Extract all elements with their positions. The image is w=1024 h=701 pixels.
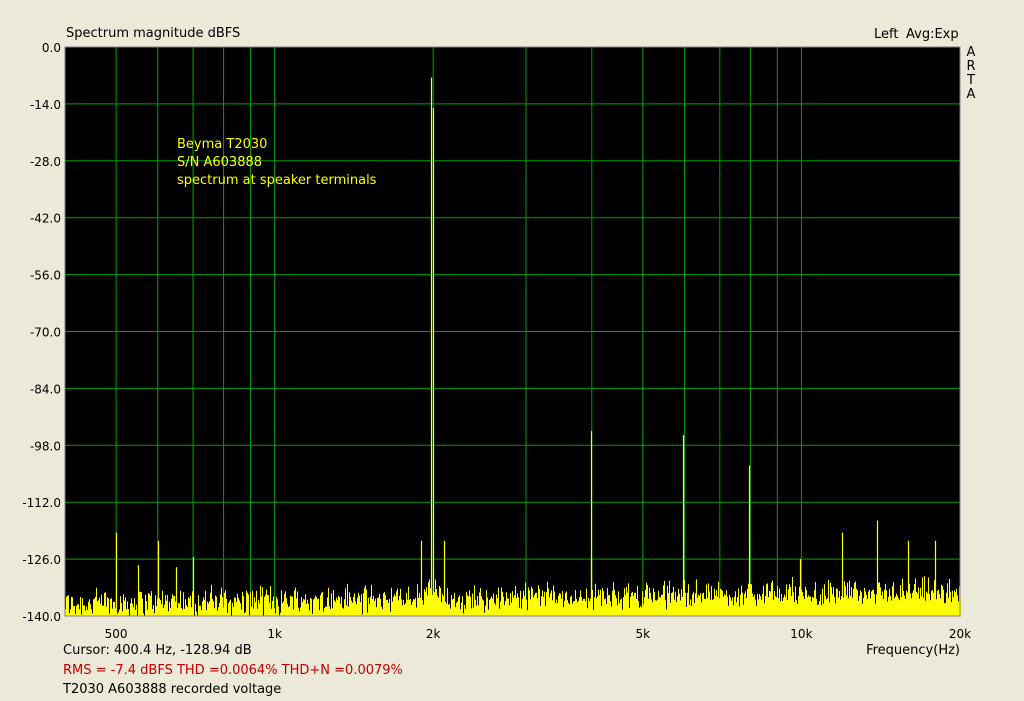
x-tick-label: 5k — [636, 627, 651, 641]
arta-logo: A R T A — [965, 46, 977, 102]
y-tick-label: -14.0 — [30, 98, 61, 112]
y-tick-label: -140.0 — [22, 610, 61, 624]
x-tick-label: 2k — [426, 627, 441, 641]
logo-letter: R — [966, 59, 976, 74]
y-axis-ticks: 0.0 -14.0 -28.0 -42.0 -56.0 -70.0 -84.0 -98.0 -1… — [22, 41, 61, 624]
caption: T2030 A603888 recorded voltage — [63, 682, 282, 697]
logo-letter: A — [966, 87, 976, 102]
x-tick-label: 1k — [267, 627, 282, 641]
x-tick-label: 10k — [790, 627, 812, 641]
y-tick-label: 0.0 — [42, 41, 61, 55]
plot-annotation: Beyma T2030 S/N A603888 spectrum at spea… — [177, 136, 376, 190]
logo-letter: T — [967, 73, 975, 88]
channel-label: Left — [874, 27, 899, 42]
y-tick-label: -112.0 — [22, 496, 61, 510]
averaging-label: Avg:Exp — [906, 27, 959, 42]
annotation-line: S/N A603888 — [177, 155, 263, 170]
annotation-line: spectrum at speaker terminals — [177, 173, 377, 188]
y-tick-label: -28.0 — [30, 155, 61, 169]
annotation-line: Beyma T2030 — [177, 137, 268, 152]
y-tick-label: -126.0 — [22, 553, 61, 567]
spectrum-plot: 0.0 -14.0 -28.0 -42.0 -56.0 -70.0 -84.0 -98.0 -1… — [22, 41, 972, 641]
y-tick-label: -56.0 — [30, 269, 61, 283]
measurement-readout: RMS = -7.4 dBFS THD =0.0064% THD+N =0.00… — [63, 663, 403, 678]
chart-title: Spectrum magnitude dBFS — [66, 26, 241, 41]
x-tick-label: 500 — [105, 627, 128, 641]
x-tick-label: 20k — [949, 627, 971, 641]
x-axis-ticks: 500 1k 2k 5k 10k 20k — [105, 627, 972, 641]
y-tick-label: -42.0 — [30, 212, 61, 226]
logo-letter: A — [966, 45, 976, 60]
y-tick-label: -84.0 — [30, 382, 61, 396]
y-tick-label: -98.0 — [30, 439, 61, 453]
x-axis-label: Frequency(Hz) — [866, 643, 960, 658]
cursor-readout: Cursor: 400.4 Hz, -128.94 dB — [63, 643, 252, 658]
y-tick-label: -70.0 — [30, 326, 61, 340]
